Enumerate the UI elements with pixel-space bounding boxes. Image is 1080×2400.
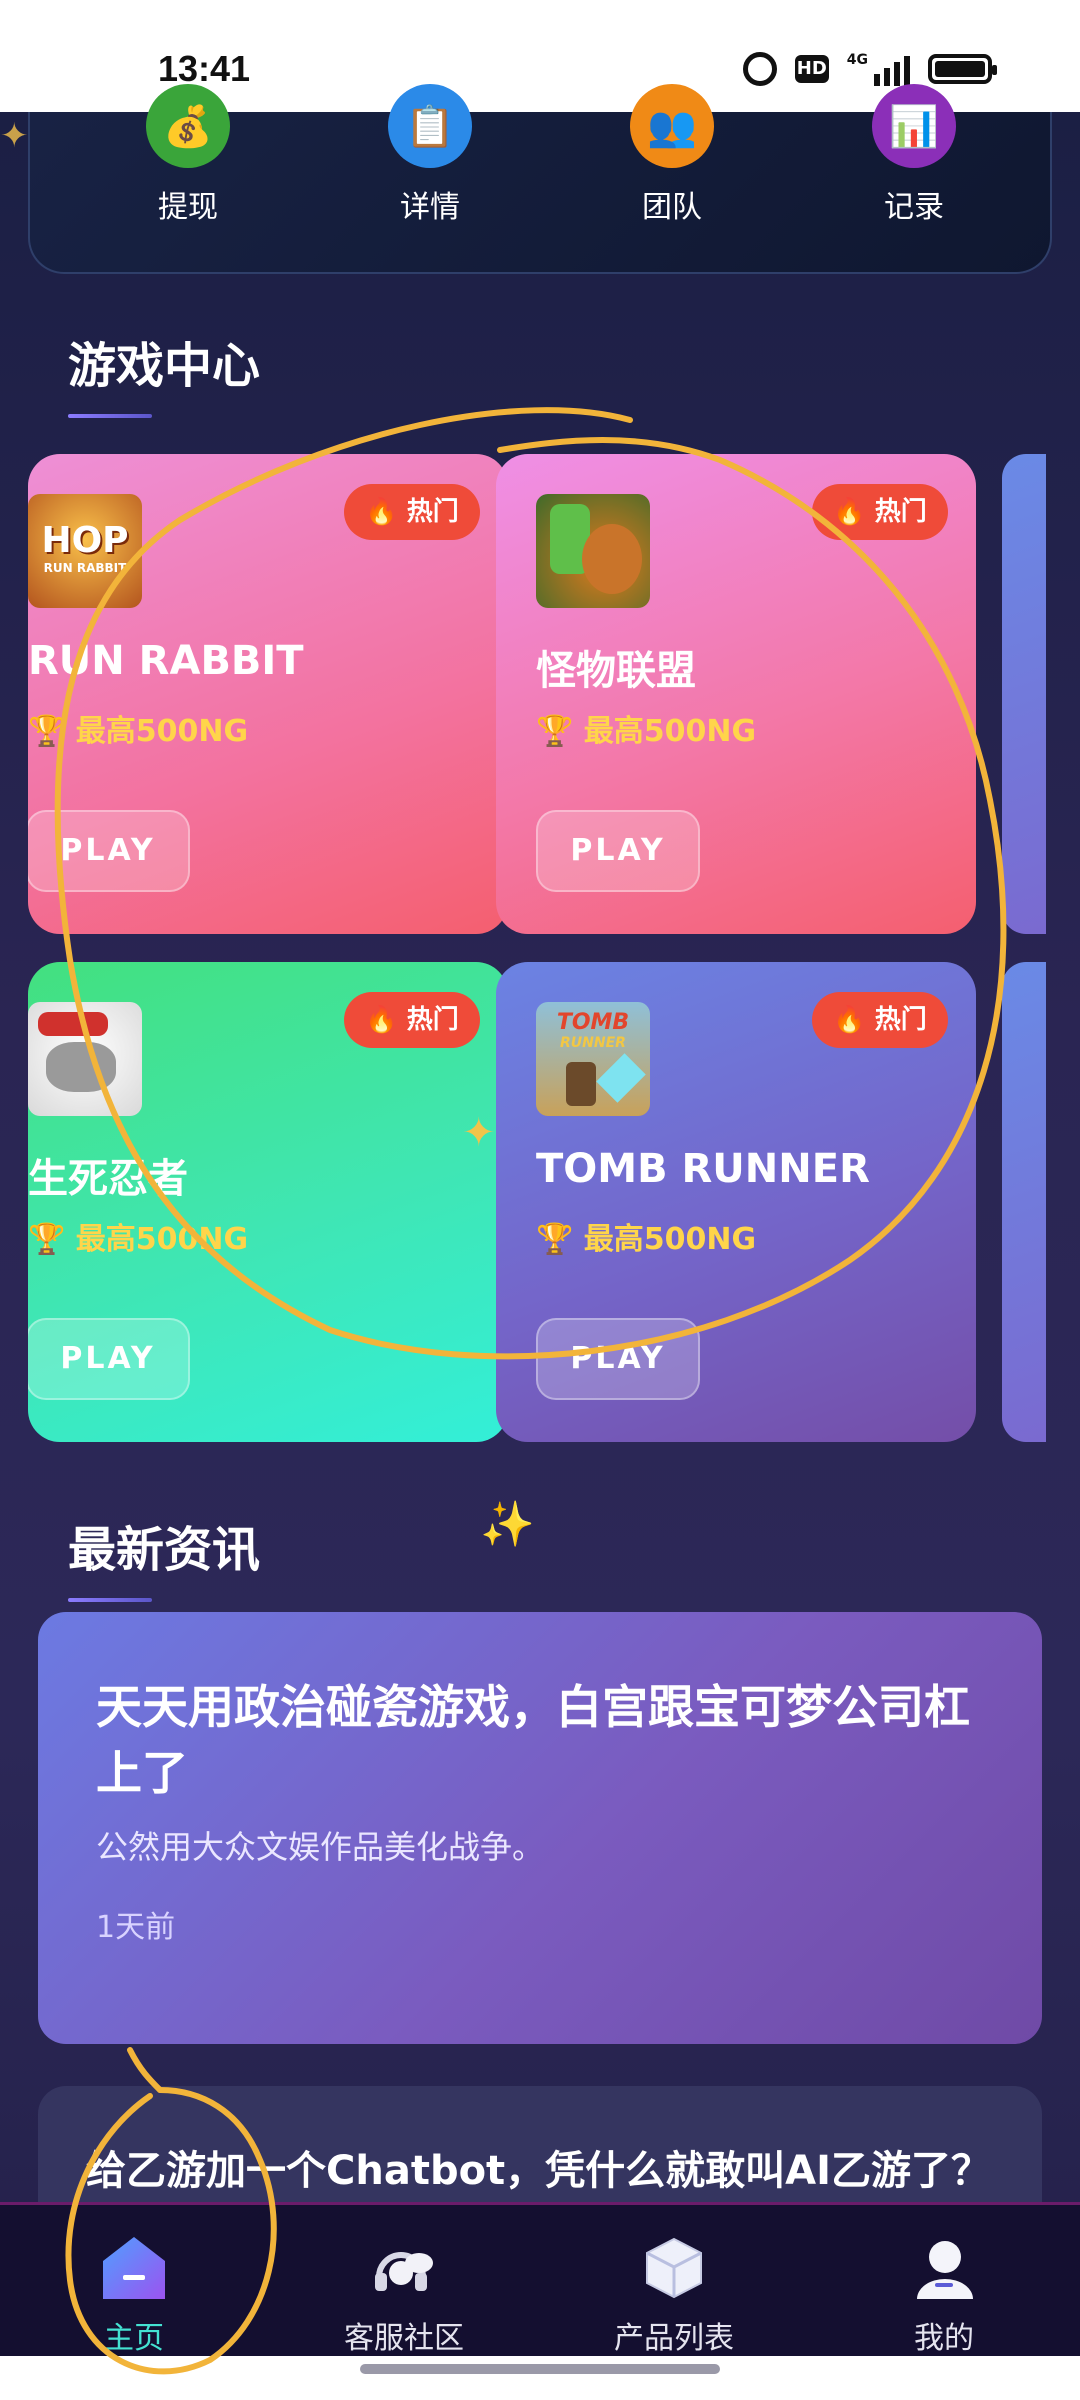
profile-icon	[917, 2241, 973, 2299]
quick-action-records[interactable]: 📊 记录	[834, 84, 994, 226]
alarm-icon	[742, 52, 777, 86]
hot-badge: 🔥 热门	[344, 992, 480, 1048]
hot-badge: 🔥 热门	[812, 992, 948, 1048]
network-type-label: 4G	[846, 52, 868, 68]
tab-customer-community[interactable]: 客服社区	[304, 2205, 504, 2357]
money-bag-icon: 💰	[146, 84, 230, 168]
hot-badge: 🔥 热门	[344, 484, 480, 540]
play-button[interactable]: PLAY	[28, 810, 190, 892]
game-card-monster-alliance[interactable]: 怪物联盟 🏆 最高500NG PLAY 🔥 热门	[496, 454, 976, 934]
news-title: 最新资讯	[68, 1510, 260, 1602]
game-reward: 🏆 最高500NG	[28, 1222, 249, 1257]
bottom-tab-bar: 主页 客服社区 产品列表 我的	[0, 2202, 1080, 2356]
news-headline: 天天用政治碰瓷游戏，白宫跟宝可梦公司杠上了	[96, 1680, 970, 1800]
game-reward: 🏆 最高500NG	[536, 714, 757, 749]
quick-action-team[interactable]: 👥 团队	[592, 84, 752, 226]
news-card[interactable]: 天天用政治碰瓷游戏，白宫跟宝可梦公司杠上了 公然用大众文娱作品美化战争。 1天前	[38, 1612, 1042, 2044]
game-card-ninja[interactable]: 生死忍者 🏆 最高500NG PLAY 🔥 热门	[28, 962, 508, 1442]
game-name: RUN RABBIT	[28, 638, 304, 684]
game-center-title: 游戏中心	[68, 326, 260, 418]
tab-product-list[interactable]: 产品列表	[574, 2205, 774, 2357]
game-card-tomb-runner[interactable]: TOMB RUNNER TOMB RUNNER 🏆 最高500NG PLAY 🔥…	[496, 962, 976, 1442]
quick-action-label: 团队	[642, 190, 702, 225]
chart-icon: 📊	[872, 84, 956, 168]
news-summary: 公然用大众文娱作品美化战争。	[96, 1828, 545, 1866]
battery-icon	[928, 54, 997, 84]
quick-action-details[interactable]: 📋 详情	[350, 84, 510, 226]
tab-label: 主页	[104, 2321, 164, 2356]
hot-badge: 🔥 热门	[812, 484, 948, 540]
game-card-run-rabbit[interactable]: HOP RUN RABBIT RUN RABBIT 🏆 最高500NG PLAY…	[28, 454, 508, 934]
sparkle-icon: ✦	[462, 1110, 496, 1156]
home-indicator[interactable]	[360, 2364, 720, 2374]
quick-actions-panel: 💰 提现 📋 详情 👥 团队 📊 记录	[28, 84, 1052, 274]
game-card-peek[interactable]	[1002, 962, 1046, 1442]
status-time: 13:41	[158, 48, 251, 89]
game-thumbnail: TOMB RUNNER	[536, 1002, 650, 1116]
game-reward: 🏆 最高500NG	[536, 1222, 757, 1257]
game-name: 怪物联盟	[536, 648, 696, 694]
tab-label: 客服社区	[344, 2321, 464, 2356]
quick-action-label: 详情	[400, 190, 460, 225]
team-icon: 👥	[630, 84, 714, 168]
clipboard-icon: 📋	[388, 84, 472, 168]
play-button[interactable]: PLAY	[536, 810, 700, 892]
headset-icon	[375, 2252, 433, 2291]
system-nav-area	[0, 2356, 1080, 2400]
game-thumbnail: HOP RUN RABBIT	[28, 494, 142, 608]
quick-action-label: 记录	[884, 190, 944, 225]
game-name: 生死忍者	[28, 1156, 188, 1202]
news-headline: 给乙游加一个Chatbot，凭什么就敢叫AI乙游了？	[86, 2148, 992, 2194]
sparkle-icon: ✦	[0, 116, 29, 156]
game-reward: 🏆 最高500NG	[28, 714, 249, 749]
quick-action-withdraw[interactable]: 💰 提现	[108, 84, 268, 226]
game-thumbnail	[536, 494, 650, 608]
home-icon	[103, 2237, 165, 2299]
cube-icon	[646, 2237, 702, 2299]
status-icons: HD 4G	[742, 52, 997, 86]
game-card-peek[interactable]	[1002, 454, 1046, 934]
tab-label: 我的	[914, 2321, 974, 2356]
play-button[interactable]: PLAY	[536, 1318, 700, 1400]
hd-icon: HD	[794, 55, 829, 83]
game-name: TOMB RUNNER	[536, 1146, 870, 1192]
tab-label: 产品列表	[614, 2321, 734, 2356]
quick-action-label: 提现	[158, 190, 218, 225]
sparkle-icon: ✨	[480, 1499, 535, 1550]
tab-mine[interactable]: 我的	[844, 2205, 1044, 2357]
signal-icon: 4G	[847, 52, 910, 86]
game-thumbnail	[28, 1002, 142, 1116]
news-time: 1天前	[96, 1910, 176, 1945]
tab-home[interactable]: 主页	[34, 2205, 234, 2357]
play-button[interactable]: PLAY	[28, 1318, 190, 1400]
